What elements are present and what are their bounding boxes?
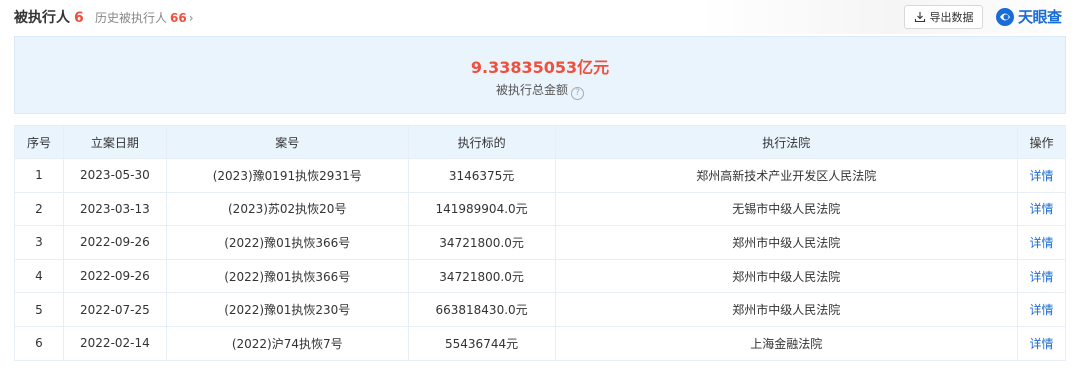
cell-amount: 3146375元 bbox=[407, 158, 556, 193]
table-row: 6 2022-02-14 (2022)沪74执恢7号 55436744元 上海金… bbox=[14, 325, 1066, 361]
cell-case-number: (2022)豫01执恢230号 bbox=[165, 292, 409, 327]
export-label: 导出数据 bbox=[929, 11, 974, 24]
cell-date: 2023-03-13 bbox=[62, 191, 167, 227]
download-icon bbox=[914, 11, 926, 23]
cell-date: 2023-05-30 bbox=[62, 158, 167, 193]
section-title: 被执行人 6 bbox=[14, 7, 84, 27]
cell-court: 郑州市中级人民法院 bbox=[554, 258, 1019, 294]
cell-case-number: (2023)豫0191执恢2931号 bbox=[165, 158, 409, 193]
enforcement-table: 序号 立案日期 案号 执行标的 执行法院 操作 1 2023-05-30 (20… bbox=[14, 125, 1066, 361]
cell-index: 3 bbox=[14, 225, 64, 260]
cell-case-number: (2022)豫01执恢366号 bbox=[165, 258, 409, 294]
history-label: 历史被执行人 bbox=[95, 11, 168, 25]
column-header-court: 执行法院 bbox=[554, 125, 1019, 159]
summary-panel: 9.33835053亿元 被执行总金额? bbox=[14, 36, 1066, 114]
column-header-date: 立案日期 bbox=[62, 125, 167, 159]
details-link[interactable]: 详情 bbox=[1029, 202, 1053, 216]
chevron-right-icon: › bbox=[188, 11, 194, 25]
cell-court: 郑州市中级人民法院 bbox=[554, 292, 1019, 327]
cell-index: 5 bbox=[14, 292, 64, 327]
cell-amount: 663818430.0元 bbox=[407, 292, 556, 327]
section-title-count: 6 bbox=[74, 10, 84, 26]
cell-action: 详情 bbox=[1017, 225, 1066, 260]
table-row: 1 2023-05-30 (2023)豫0191执恢2931号 3146375元… bbox=[14, 158, 1066, 193]
tianyancha-logo-icon bbox=[996, 7, 1014, 26]
cell-action: 详情 bbox=[1017, 292, 1066, 327]
history-link[interactable]: 历史被执行人 66 › bbox=[95, 9, 194, 26]
column-header-index: 序号 bbox=[14, 125, 64, 159]
cell-index: 4 bbox=[14, 258, 64, 294]
details-link[interactable]: 详情 bbox=[1029, 169, 1053, 183]
cell-amount: 141989904.0元 bbox=[407, 191, 556, 227]
question-circle-icon[interactable]: ? bbox=[571, 87, 584, 100]
section-title-label: 被执行人 bbox=[14, 10, 70, 26]
table-row: 2 2023-03-13 (2023)苏02执恢20号 141989904.0元… bbox=[14, 191, 1066, 227]
cell-case-number: (2022)豫01执恢366号 bbox=[165, 225, 409, 260]
total-amount-label: 被执行总金额 bbox=[495, 83, 568, 97]
cell-amount: 34721800.0元 bbox=[407, 225, 556, 260]
total-amount: 9.33835053亿元 bbox=[470, 58, 610, 77]
brand-text: 天眼查 bbox=[1018, 8, 1062, 26]
table-row: 5 2022-07-25 (2022)豫01执恢230号 663818430.0… bbox=[14, 292, 1066, 327]
cell-date: 2022-02-14 bbox=[62, 325, 167, 361]
column-header-case-number: 案号 bbox=[165, 125, 409, 159]
top-bar: 被执行人 6 历史被执行人 66 › 导出数据 天眼查 bbox=[0, 0, 1080, 34]
cell-index: 2 bbox=[14, 191, 64, 227]
cell-date: 2022-07-25 bbox=[62, 292, 167, 327]
cell-date: 2022-09-26 bbox=[62, 258, 167, 294]
brand: 天眼查 bbox=[995, 6, 1062, 27]
cell-court: 上海金融法院 bbox=[554, 325, 1019, 361]
column-header-action: 操作 bbox=[1017, 125, 1066, 159]
export-button[interactable]: 导出数据 bbox=[904, 5, 983, 29]
cell-court: 郑州高新技术产业开发区人民法院 bbox=[554, 158, 1019, 193]
cell-amount: 55436744元 bbox=[407, 325, 556, 361]
table-header-row: 序号 立案日期 案号 执行标的 执行法院 操作 bbox=[14, 125, 1066, 159]
cell-action: 详情 bbox=[1017, 325, 1066, 361]
cell-date: 2022-09-26 bbox=[62, 225, 167, 260]
cell-action: 详情 bbox=[1017, 191, 1066, 227]
cell-action: 详情 bbox=[1017, 258, 1066, 294]
cell-court: 无锡市中级人民法院 bbox=[554, 191, 1019, 227]
total-amount-caption: 被执行总金额? bbox=[15, 81, 1065, 100]
cell-amount: 34721800.0元 bbox=[407, 258, 556, 294]
details-link[interactable]: 详情 bbox=[1029, 337, 1053, 351]
cell-index: 1 bbox=[14, 158, 64, 193]
details-link[interactable]: 详情 bbox=[1029, 236, 1053, 250]
details-link[interactable]: 详情 bbox=[1029, 303, 1053, 317]
table-row: 4 2022-09-26 (2022)豫01执恢366号 34721800.0元… bbox=[14, 258, 1066, 294]
column-header-amount: 执行标的 bbox=[407, 125, 556, 159]
cell-court: 郑州市中级人民法院 bbox=[554, 225, 1019, 260]
history-count: 66 bbox=[170, 11, 187, 25]
table-row: 3 2022-09-26 (2022)豫01执恢366号 34721800.0元… bbox=[14, 225, 1066, 260]
cell-index: 6 bbox=[14, 325, 64, 361]
cell-case-number: (2023)苏02执恢20号 bbox=[165, 191, 409, 227]
details-link[interactable]: 详情 bbox=[1029, 270, 1053, 284]
cell-case-number: (2022)沪74执恢7号 bbox=[165, 325, 409, 361]
cell-action: 详情 bbox=[1017, 158, 1066, 193]
